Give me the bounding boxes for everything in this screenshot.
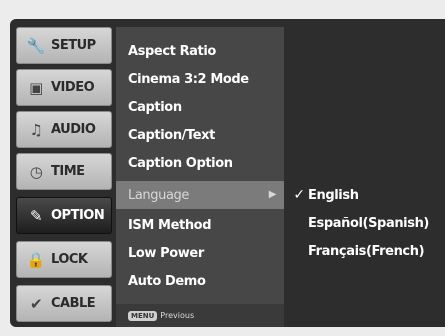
sidebar-item-label: LOCK	[51, 252, 88, 267]
sidebar-item-audio[interactable]: ♫ AUDIO	[16, 111, 112, 148]
sidebar-item-video[interactable]: ▣ VIDEO	[16, 69, 112, 106]
speaker-icon: ♫	[29, 120, 43, 139]
menu-item-caption-text[interactable]: Caption/Text	[116, 121, 284, 149]
submenu-item-label: Español(Spanish)	[308, 215, 429, 231]
sidebar-item-lock[interactable]: 🔒 LOCK	[16, 241, 112, 278]
menu-footer: MENU Previous	[116, 304, 284, 327]
option-menu: Aspect Ratio Cinema 3:2 Mode Caption Cap…	[116, 27, 284, 327]
arrow-right-icon: ▶	[268, 189, 277, 200]
tool-icon: ✎	[29, 206, 43, 225]
menu-item-auto-demo[interactable]: Auto Demo	[116, 267, 284, 295]
submenu-item-english[interactable]: ✓ English	[284, 182, 359, 208]
cable-icon: ✔	[29, 294, 43, 313]
footer-hint: Previous	[160, 311, 195, 320]
sidebar: 🔧 SETUP ▣ VIDEO ♫ AUDIO ◷ TIME ✎ OPTION …	[16, 27, 112, 323]
menu-item-cinema-mode[interactable]: Cinema 3:2 Mode	[116, 65, 284, 93]
menu-item-label: ISM Method	[128, 217, 212, 233]
monitor-icon: ▣	[29, 78, 43, 97]
sidebar-item-label: CABLE	[51, 296, 96, 311]
sidebar-item-option[interactable]: ✎ OPTION	[16, 197, 112, 234]
submenu-item-label: Français(French)	[308, 243, 425, 259]
menu-item-label: Aspect Ratio	[128, 43, 216, 59]
sidebar-item-time[interactable]: ◷ TIME	[16, 153, 112, 190]
sidebar-item-label: SETUP	[51, 38, 96, 53]
menu-item-caption-option[interactable]: Caption Option	[116, 149, 284, 177]
menu-item-label: Low Power	[128, 245, 204, 261]
language-submenu: ✓ English Español(Spanish) Français(Fren…	[284, 27, 445, 323]
menu-item-label: Language	[128, 187, 189, 203]
menu-button-icon: MENU	[128, 310, 158, 321]
menu-item-ism-method[interactable]: ISM Method	[116, 211, 284, 239]
sidebar-item-label: TIME	[51, 164, 85, 179]
sidebar-item-label: OPTION	[51, 208, 105, 223]
wrench-icon: 🔧	[26, 36, 46, 55]
menu-item-caption[interactable]: Caption	[116, 93, 284, 121]
submenu-item-spanish[interactable]: Español(Spanish)	[284, 210, 429, 236]
lock-icon: 🔒	[26, 250, 46, 269]
submenu-item-french[interactable]: Français(French)	[284, 238, 425, 264]
checkmark-icon: ✓	[293, 187, 305, 203]
submenu-item-label: English	[308, 187, 359, 203]
menu-item-aspect-ratio[interactable]: Aspect Ratio	[116, 37, 284, 65]
menu-item-label: Auto Demo	[128, 273, 206, 289]
menu-item-label: Caption	[128, 99, 182, 115]
clock-icon: ◷	[29, 162, 43, 181]
sidebar-item-cable[interactable]: ✔ CABLE	[16, 285, 112, 322]
menu-item-label: Caption Option	[128, 155, 233, 171]
menu-item-low-power[interactable]: Low Power	[116, 239, 284, 267]
menu-item-label: Cinema 3:2 Mode	[128, 71, 249, 87]
menu-item-label: Caption/Text	[128, 127, 215, 143]
sidebar-item-setup[interactable]: 🔧 SETUP	[16, 27, 112, 64]
sidebar-item-label: VIDEO	[51, 80, 95, 95]
sidebar-item-label: AUDIO	[51, 122, 96, 137]
menu-item-language[interactable]: Language ▶	[116, 181, 284, 209]
